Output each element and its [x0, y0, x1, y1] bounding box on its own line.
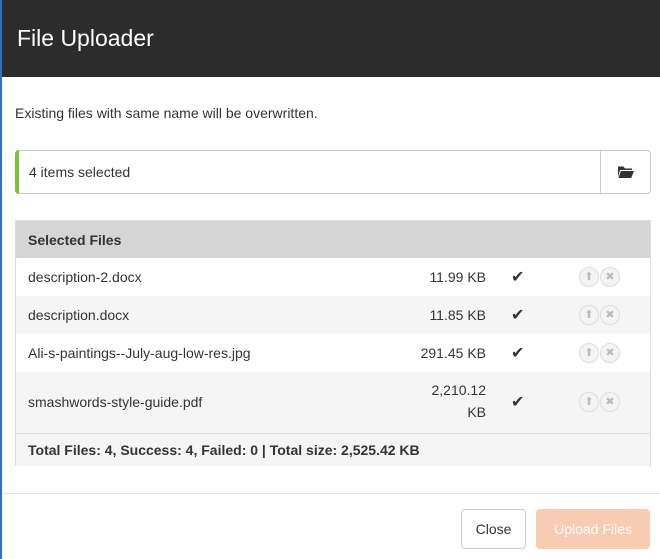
file-select-field[interactable]: 4 items selected — [15, 150, 651, 194]
folder-open-icon — [618, 166, 634, 178]
upload-icon[interactable]: ⬆ — [579, 305, 599, 325]
file-size-line2: KB — [467, 404, 486, 420]
file-size: 11.99 KB — [429, 269, 486, 285]
selected-count-text: 4 items selected — [29, 164, 131, 180]
check-icon: ✔ — [511, 345, 525, 362]
upload-icon[interactable]: ⬆ — [579, 267, 599, 287]
file-size: 11.85 KB — [429, 307, 486, 323]
footer-divider — [2, 493, 660, 494]
file-name: smashwords-style-guide.pdf — [28, 394, 203, 410]
check-icon: ✔ — [511, 307, 525, 324]
file-name: Ali-s-paintings--July-aug-low-res.jpg — [28, 345, 251, 361]
summary-text: Total Files: 4, Success: 4, Failed: 0 | … — [28, 442, 420, 458]
table-row: description-2.docx 11.99 KB ✔ ⬆ ✖ — [16, 258, 650, 296]
file-name: description-2.docx — [28, 269, 142, 285]
remove-icon[interactable]: ✖ — [600, 305, 620, 325]
dialog-header: File Uploader — [2, 0, 660, 77]
upload-files-button[interactable]: Upload Files — [536, 509, 650, 549]
field-accent-bar — [15, 150, 19, 194]
window-edge — [0, 0, 2, 559]
upload-icon[interactable]: ⬆ — [579, 343, 599, 363]
file-size: 291.45 KB — [420, 345, 486, 361]
dialog-title: File Uploader — [17, 25, 154, 51]
remove-icon[interactable]: ✖ — [600, 267, 620, 287]
file-name: description.docx — [28, 307, 130, 323]
check-icon: ✔ — [511, 269, 525, 286]
check-icon: ✔ — [511, 394, 525, 411]
remove-icon[interactable]: ✖ — [600, 343, 620, 363]
table-row: Ali-s-paintings--July-aug-low-res.jpg 29… — [16, 334, 650, 372]
close-button[interactable]: Close — [461, 509, 526, 549]
table-row: smashwords-style-guide.pdf 2,210.12 KB ✔… — [16, 372, 650, 433]
remove-icon[interactable]: ✖ — [600, 392, 620, 412]
table-summary-row: Total Files: 4, Success: 4, Failed: 0 | … — [16, 433, 650, 466]
table-header: Selected Files — [16, 221, 650, 258]
file-size-line1: 2,210.12 — [431, 382, 487, 398]
selected-files-table: Selected Files description-2.docx 11.99 … — [15, 220, 651, 466]
table-row: description.docx 11.85 KB ✔ ⬆ ✖ — [16, 296, 650, 334]
overwrite-notice: Existing files with same name will be ov… — [15, 105, 318, 121]
table-header-label: Selected Files — [28, 232, 122, 248]
upload-icon[interactable]: ⬆ — [579, 392, 599, 412]
browse-button[interactable] — [600, 151, 650, 193]
